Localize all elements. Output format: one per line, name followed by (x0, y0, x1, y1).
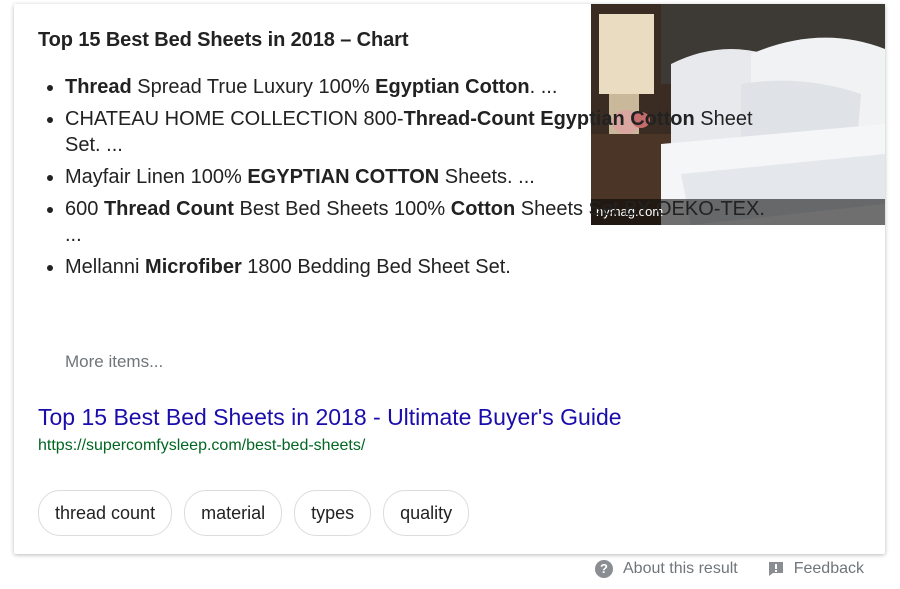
snippet-footer: ? About this result Feedback (595, 560, 864, 578)
more-items-link[interactable]: More items... (65, 352, 163, 372)
related-chips: thread count material types quality (38, 490, 470, 536)
chip-types[interactable]: types (294, 490, 372, 536)
list-item-text: Cotton (450, 198, 516, 220)
result-url: https://supercomfysleep.com/best-bed-she… (38, 437, 366, 454)
chip-quality[interactable]: quality (383, 490, 470, 536)
snippet-list: Thread Spread True Luxury 100% Egyptian … (38, 74, 765, 286)
list-item-text: Spread True Luxury 100% (131, 76, 376, 98)
about-label: About this result (623, 560, 738, 577)
about-this-result[interactable]: ? About this result (595, 560, 738, 578)
feedback-label: Feedback (793, 560, 864, 577)
question-circle-icon: ? (595, 560, 613, 578)
list-item: Mayfair Linen 100% EGYPTIAN COTTON Sheet… (47, 164, 765, 190)
list-item: CHATEAU HOME COLLECTION 800-Thread-Count… (47, 106, 765, 158)
list-item-text: . ... (529, 76, 558, 98)
list-item-text: Mayfair Linen 100% (65, 166, 248, 188)
result-title-link[interactable]: Top 15 Best Bed Sheets in 2018 - Ultimat… (38, 404, 622, 431)
chip-material[interactable]: material (184, 490, 283, 536)
list-item-text: Thread Count (103, 198, 234, 220)
list-item: Mellanni Microfiber 1800 Bedding Bed She… (47, 254, 765, 280)
list-item-text: EGYPTIAN COTTON (247, 166, 440, 188)
feedback-flag-icon (768, 561, 784, 577)
featured-snippet-card: Top 15 Best Bed Sheets in 2018 – Chart n… (14, 4, 885, 554)
list-item: Thread Spread True Luxury 100% Egyptian … (47, 74, 765, 100)
list-item-text: 600 (65, 198, 104, 220)
list-item-text: CHATEAU HOME COLLECTION 800- (65, 108, 404, 130)
list-item-text: Microfiber (145, 256, 242, 278)
list-item-text: Thread (65, 76, 132, 98)
list-item-text: Mellanni (65, 256, 146, 278)
list-item-text: 1800 Bedding Bed Sheet Set. (241, 256, 511, 278)
list-item-text: Best Bed Sheets 100% (233, 198, 451, 220)
snippet-title: Top 15 Best Bed Sheets in 2018 – Chart (38, 29, 409, 51)
chip-thread-count[interactable]: thread count (38, 490, 173, 536)
list-item: 600 Thread Count Best Bed Sheets 100% Co… (47, 196, 765, 248)
list-item-text: Thread-Count Egyptian Cotton (403, 108, 695, 130)
feedback-button[interactable]: Feedback (768, 560, 864, 578)
list-item-text: Egyptian Cotton (375, 76, 530, 98)
list-item-text: Sheets. ... (439, 166, 535, 188)
